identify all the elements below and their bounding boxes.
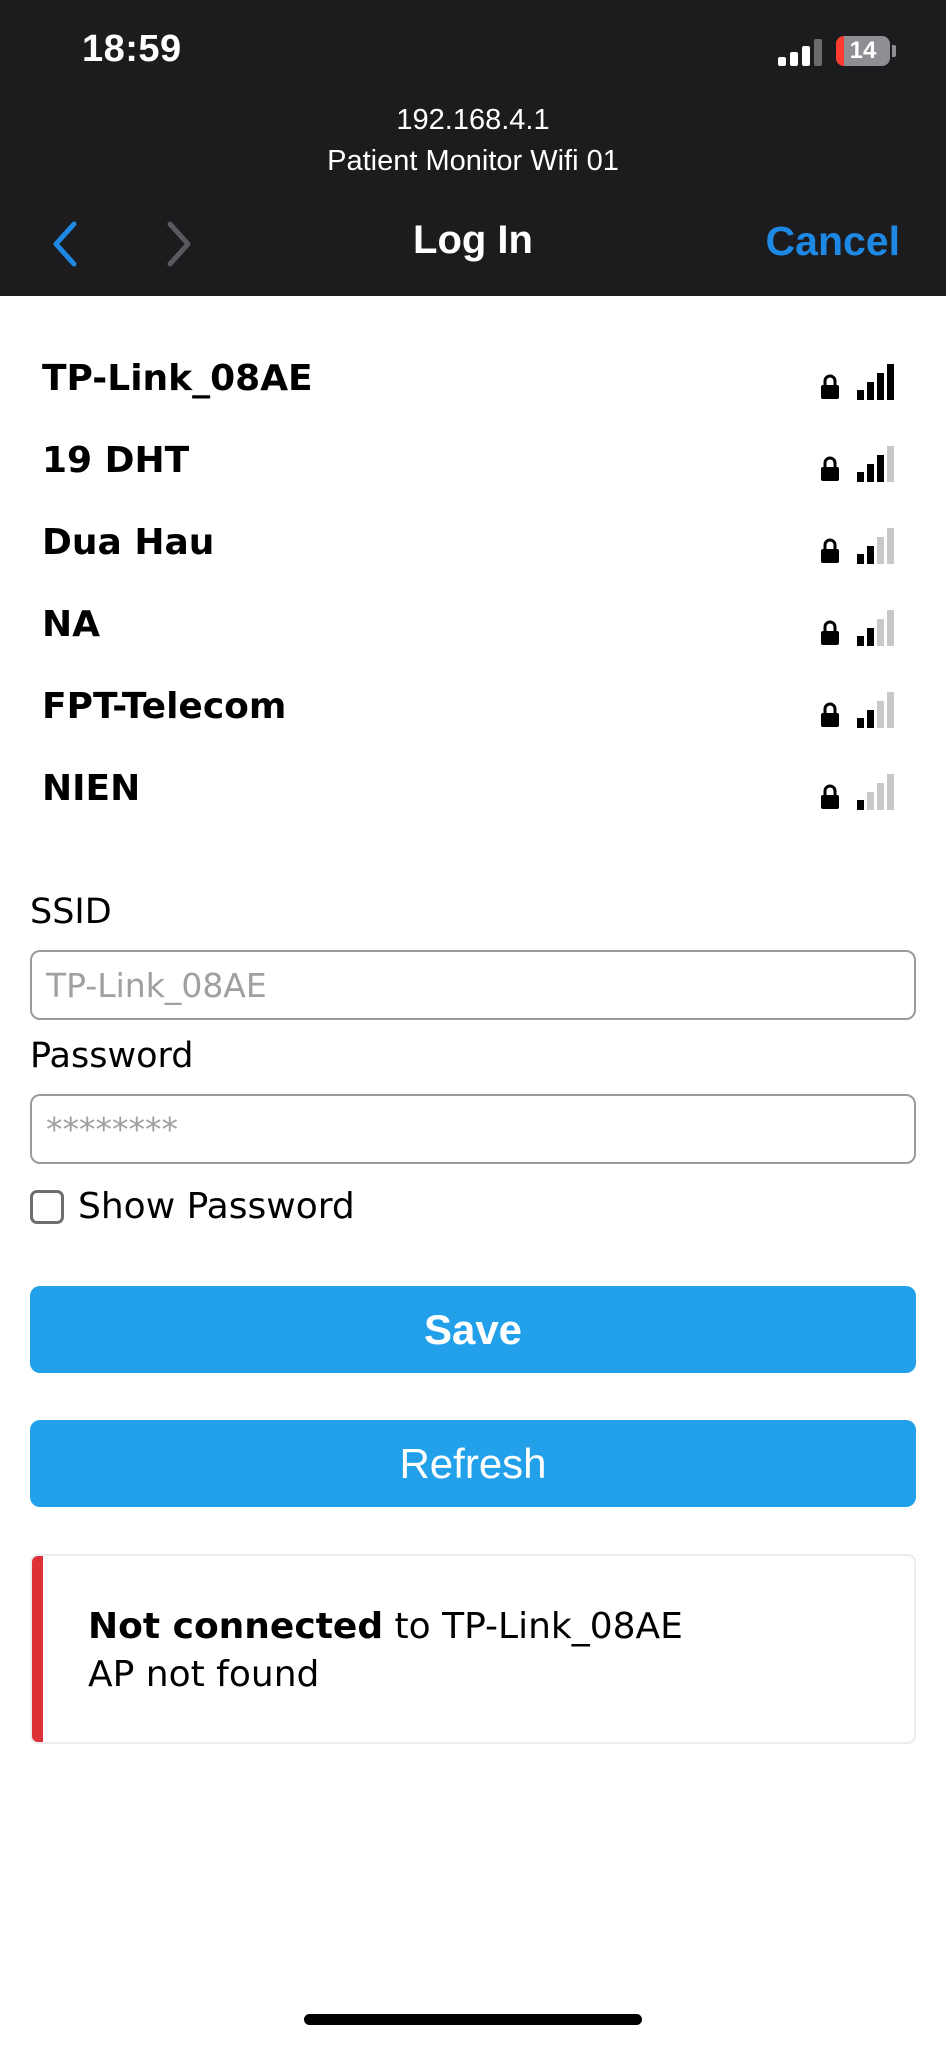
wifi-signal-icon — [857, 446, 894, 482]
signal-bar — [877, 373, 884, 400]
signal-bar — [887, 774, 894, 810]
signal-bar — [877, 701, 884, 728]
signal-bar — [857, 472, 864, 482]
save-button[interactable]: Save — [30, 1286, 916, 1373]
signal-bar — [877, 619, 884, 646]
signal-bar — [867, 464, 874, 482]
connection-state: Not connected — [88, 1606, 384, 1647]
lock-icon — [821, 702, 839, 727]
network-name: Dua Hau — [42, 522, 215, 563]
signal-bar — [857, 718, 864, 728]
lock-icon — [821, 784, 839, 809]
show-password-checkbox[interactable] — [30, 1190, 64, 1224]
lock-icon — [821, 456, 839, 481]
connection-target: to TP-Link_08AE — [383, 1606, 683, 1647]
wifi-signal-icon — [857, 528, 894, 564]
network-item[interactable]: 19 DHT — [0, 426, 946, 508]
signal-bar — [867, 792, 874, 810]
connection-detail: AP not found — [88, 1654, 320, 1695]
signal-bar — [857, 554, 864, 564]
signal-bar — [887, 446, 894, 482]
network-item[interactable]: NIEN — [0, 754, 946, 836]
network-name: 19 DHT — [42, 440, 190, 481]
battery-cap — [892, 45, 896, 57]
ssid-input[interactable] — [30, 950, 916, 1020]
lock-icon — [821, 538, 839, 563]
network-name: NIEN — [42, 768, 141, 809]
network-name: TP-Link_08AE — [42, 358, 313, 399]
connection-status-notice: Not connected to TP-Link_08AE AP not fou… — [30, 1554, 916, 1744]
lock-icon — [821, 620, 839, 645]
cellular-signal-icon — [778, 38, 822, 66]
page-title: Patient Monitor Wifi 01 — [327, 145, 619, 177]
connection-status-line: Not connected to TP-Link_08AE — [88, 1606, 683, 1647]
show-password-label: Show Password — [78, 1186, 355, 1227]
network-list: TP-Link_08AE 19 DHT Dua Hau NA FPT-Telecom NI… — [0, 344, 946, 836]
signal-bar — [887, 364, 894, 400]
cancel-button[interactable]: Cancel — [766, 218, 900, 265]
battery-icon: 14 — [836, 36, 890, 66]
network-item[interactable]: NA — [0, 590, 946, 672]
wifi-signal-icon — [857, 692, 894, 728]
signal-bar — [857, 390, 864, 400]
signal-bar — [877, 455, 884, 482]
wifi-signal-icon — [857, 364, 894, 400]
battery-level: 14 — [849, 37, 877, 64]
network-item[interactable]: Dua Hau — [0, 508, 946, 590]
signal-bar — [867, 546, 874, 564]
network-name: FPT-Telecom — [42, 686, 287, 727]
ssid-label: SSID — [30, 892, 112, 932]
lock-icon — [821, 374, 839, 399]
wifi-signal-icon — [857, 610, 894, 646]
signal-bar — [867, 710, 874, 728]
signal-bar — [887, 610, 894, 646]
signal-bar — [857, 800, 864, 810]
signal-bar — [857, 636, 864, 646]
password-label: Password — [30, 1036, 194, 1076]
signal-bar — [887, 528, 894, 564]
wifi-signal-icon — [857, 774, 894, 810]
network-item[interactable]: TP-Link_08AE — [0, 344, 946, 426]
refresh-button[interactable]: Refresh — [30, 1420, 916, 1507]
signal-bar — [887, 692, 894, 728]
signal-bar — [867, 628, 874, 646]
home-indicator[interactable] — [304, 2014, 642, 2025]
signal-bar — [867, 382, 874, 400]
signal-bar — [877, 783, 884, 810]
page-host: 192.168.4.1 — [396, 104, 550, 136]
status-time: 18:59 — [82, 28, 182, 70]
signal-bar — [877, 537, 884, 564]
browser-top-bar: 18:59 14 192.168.4.1 Patient Monitor Wif… — [0, 0, 946, 296]
network-item[interactable]: FPT-Telecom — [0, 672, 946, 754]
network-name: NA — [42, 604, 100, 645]
error-accent-bar — [32, 1556, 43, 1742]
password-input[interactable] — [30, 1094, 916, 1164]
